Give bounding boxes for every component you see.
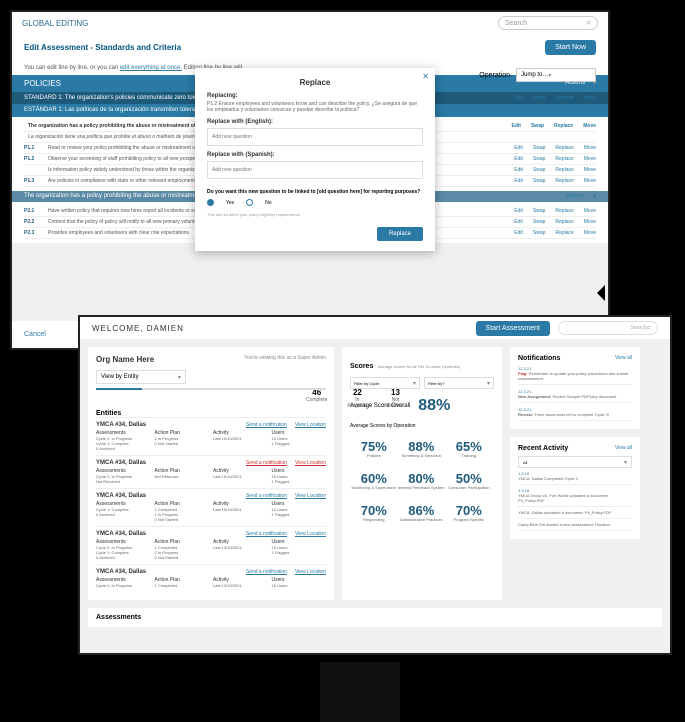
start-assessment-button[interactable]: Start Assessment: [476, 321, 550, 336]
radio-no[interactable]: [246, 199, 253, 206]
start-now-button[interactable]: Start Now: [545, 40, 596, 55]
modal-title: Replace: [207, 78, 423, 87]
stats: 46Complete 22In Progress 13Not Started: [306, 388, 404, 409]
edit-all-link[interactable]: edit everything at once.: [120, 65, 182, 71]
filter-by-dropdown[interactable]: Filter by?▾: [424, 377, 494, 389]
search-input[interactable]: Search ⌕: [558, 321, 658, 335]
replace-spanish-input[interactable]: [207, 161, 423, 179]
replace-modal: ✕ Replace Replacing: P1.2 Ensure employe…: [195, 68, 435, 251]
activity-item: 1.3.18YMCA Group #4, Fort Worth uploaded…: [518, 485, 632, 507]
replace-english-input[interactable]: [207, 128, 423, 146]
entity-card: YMCA #34, Dallas Send a notificationView…: [96, 455, 326, 488]
header: GLOBAL EDITING Search ⌕: [12, 12, 608, 34]
score-cell: 50% Consumer Participation: [445, 465, 493, 497]
entity-card: YMCA #34, Dallas Send a notificationView…: [96, 564, 326, 592]
notification-item[interactable]: 12.3.21 Review: Three documents left to …: [518, 407, 632, 421]
subheader: Edit Assessment - Standards and Criteria…: [12, 34, 608, 61]
activity-filter-dropdown[interactable]: All▾: [518, 456, 632, 468]
assessments-section: Assessments: [88, 608, 662, 627]
notification-item[interactable]: 12.3.21 New Assignment: Review Sample PD…: [518, 389, 632, 403]
view-location-link[interactable]: View Location: [295, 422, 326, 428]
view-location-link[interactable]: View Location: [295, 493, 326, 499]
radio-group: Yes No: [207, 199, 423, 206]
send-notification-link[interactable]: Send a notification: [246, 460, 287, 466]
search-icon: ⌕: [647, 323, 651, 333]
view-all-link[interactable]: View all: [615, 445, 632, 452]
chevron-down-icon: ▾: [624, 459, 627, 466]
activity-item: YMCA, Dallas uploaded a document: P4_Pol…: [518, 507, 632, 519]
header: WELCOME, DAMIEN Start Assessment Search …: [80, 317, 670, 339]
chevron-down-icon: ▾: [178, 374, 181, 381]
score-cell: 65% Training: [445, 433, 493, 465]
search-icon: ⌕: [587, 18, 591, 28]
dashboard-window: WELCOME, DAMIEN Start Assessment Search …: [78, 315, 672, 655]
edit-link[interactable]: Edit: [514, 95, 523, 101]
jump-section: Operation Jump to…▾: [479, 68, 596, 82]
section-title: Edit Assessment - Standards and Criteria: [24, 43, 181, 52]
activity-item: Camp Blue Girl started a new assessment:…: [518, 519, 632, 531]
activity-item: 1.3.18YMCA, Dallas Completed Cycle 2: [518, 468, 632, 485]
scores-panel: Scores Average scores for all Tier 1s un…: [342, 347, 502, 600]
chevron-down-icon: ▾: [548, 72, 551, 79]
score-cell: 80% Internal Feedback System: [398, 465, 446, 497]
overall-score: 88%: [418, 397, 450, 415]
radio-yes[interactable]: [207, 199, 214, 206]
corner-arrow-icon: [595, 285, 605, 301]
entity-card: YMCA #34, Dallas Send a notificationView…: [96, 526, 326, 564]
jump-dropdown[interactable]: Jump to…▾: [516, 68, 596, 82]
welcome-text: WELCOME, DAMIEN: [92, 324, 184, 333]
score-cell: 60% Monitoring & Supervision: [350, 465, 398, 497]
score-cell: 70% Responding: [350, 497, 398, 529]
close-icon[interactable]: ✕: [422, 72, 429, 81]
activity-panel: Recent Activity View all All▾ 1.3.18YMCA…: [510, 437, 640, 539]
notifications-panel: Notifications View all 12.3.21 Flag: Rem…: [510, 347, 640, 429]
send-notification-link[interactable]: Send a notification: [246, 531, 287, 537]
org-name: Org Name Here: [96, 355, 154, 364]
replace-button[interactable]: Replace: [377, 227, 423, 241]
view-location-link[interactable]: View Location: [295, 569, 326, 575]
score-cell: 75% Policies: [350, 433, 398, 465]
score-cell: 88% Screening & Selection: [398, 433, 446, 465]
move-link[interactable]: Move: [584, 95, 596, 101]
view-location-link[interactable]: View Location: [295, 531, 326, 537]
notification-item[interactable]: 12.3.21 Flag: Remember to update your po…: [518, 366, 632, 385]
entities-panel: Org Name Here You're viewing this as a S…: [88, 347, 334, 600]
view-by-dropdown[interactable]: View by Entity▾: [96, 370, 186, 384]
send-notification-link[interactable]: Send a notification: [246, 422, 287, 428]
page-title: GLOBAL EDITING: [22, 19, 88, 28]
view-location-link[interactable]: View Location: [295, 460, 326, 466]
monitor-stand: [320, 662, 400, 722]
send-notification-link[interactable]: Send a notification: [246, 569, 287, 575]
score-cell: 70% Program Specific: [445, 497, 493, 529]
replace-link[interactable]: Replace: [555, 95, 573, 101]
swap-link[interactable]: Swap: [533, 95, 546, 101]
search-input[interactable]: Search ⌕: [498, 16, 598, 30]
score-cell: 86% Administrative Practices: [398, 497, 446, 529]
cancel-link[interactable]: Cancel: [24, 331, 46, 338]
send-notification-link[interactable]: Send a notification: [246, 493, 287, 499]
entity-card: YMCA #34, Dallas Send a notificationView…: [96, 488, 326, 526]
entity-card: YMCA #34, Dallas Send a notificationView…: [96, 417, 326, 455]
chevron-icon: ▾: [593, 107, 596, 114]
view-all-link[interactable]: View all: [615, 355, 632, 362]
